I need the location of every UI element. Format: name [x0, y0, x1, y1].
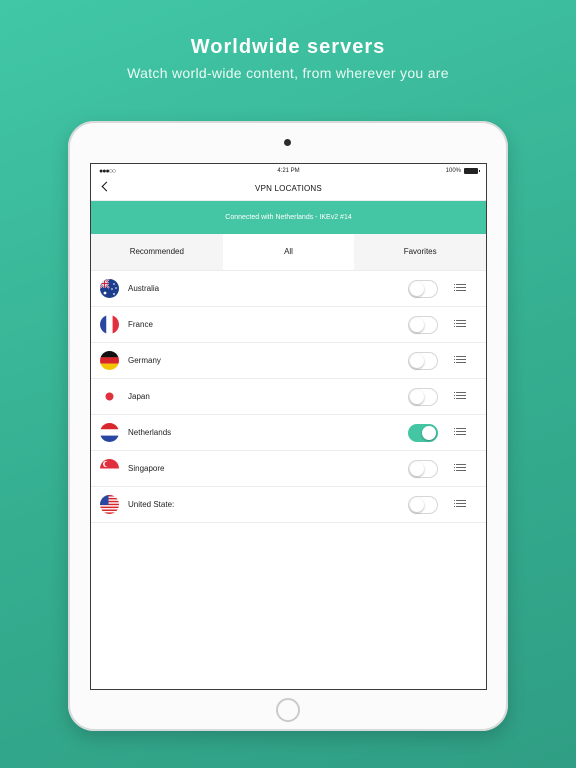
list-menu-icon[interactable]	[454, 284, 466, 292]
promo-title: Worldwide servers	[190, 36, 386, 58]
location-row[interactable]: France	[91, 307, 486, 343]
country-label: Germany	[128, 356, 161, 365]
battery-icon	[464, 168, 480, 174]
location-row[interactable]: Netherlands	[91, 415, 486, 451]
camera-icon	[284, 139, 291, 146]
country-label: Japan	[128, 392, 150, 401]
location-row[interactable]: Germany	[91, 343, 486, 379]
status-bar: ●●●○○ 4:21 PM 100%	[91, 164, 486, 178]
location-row[interactable]: Australia	[91, 271, 486, 307]
app-screen: ●●●○○ 4:21 PM 100% VPN LOCATIONS Connect…	[90, 163, 487, 690]
list-menu-icon[interactable]	[454, 500, 466, 508]
country-label: Australia	[128, 284, 160, 293]
location-row[interactable]: United State:	[91, 487, 486, 523]
nav-bar: VPN LOCATIONS	[91, 178, 486, 201]
connection-banner: Connected with Netherlands - IKEv2 #14	[91, 201, 486, 234]
connect-toggle[interactable]	[408, 280, 438, 298]
location-list: Australia France Germany Japan Netherlan…	[91, 271, 486, 523]
connect-toggle[interactable]	[408, 388, 438, 406]
connect-toggle[interactable]	[408, 316, 438, 334]
country-label: France	[128, 320, 153, 329]
list-menu-icon[interactable]	[454, 356, 466, 364]
tablet-device: ●●●○○ 4:21 PM 100% VPN LOCATIONS Connect…	[68, 121, 508, 731]
japan-flag-icon	[100, 387, 119, 406]
list-menu-icon[interactable]	[454, 392, 466, 400]
connect-toggle[interactable]	[408, 352, 438, 370]
country-label: Singapore	[128, 464, 165, 473]
tab-recommended[interactable]: Recommended	[91, 234, 223, 270]
tab-bar: Recommended All Favorites	[91, 234, 486, 271]
tab-favorites[interactable]: Favorites	[354, 234, 486, 270]
list-menu-icon[interactable]	[454, 320, 466, 328]
connect-toggle[interactable]	[408, 496, 438, 514]
connect-toggle[interactable]	[408, 424, 438, 442]
promo-subtitle: Watch world-wide content, from wherever …	[127, 65, 449, 81]
location-row[interactable]: Japan	[91, 379, 486, 415]
page-title: VPN LOCATIONS	[255, 184, 322, 193]
list-menu-icon[interactable]	[454, 464, 466, 472]
home-button[interactable]	[276, 698, 300, 722]
australia-flag-icon	[100, 279, 119, 298]
tab-all[interactable]: All	[222, 234, 355, 270]
country-label: United State:	[128, 500, 175, 509]
list-menu-icon[interactable]	[454, 428, 466, 436]
battery-percent: 100%	[445, 168, 461, 174]
location-row[interactable]: Singapore	[91, 451, 486, 487]
battery-status: 100%	[445, 168, 480, 174]
germany-flag-icon	[100, 351, 119, 370]
singapore-flag-icon	[100, 459, 119, 478]
connect-toggle[interactable]	[408, 460, 438, 478]
status-time: 4:21 PM	[277, 168, 300, 174]
united-states-flag-icon	[100, 495, 119, 514]
country-label: Netherlands	[128, 428, 172, 437]
netherlands-flag-icon	[100, 423, 119, 442]
france-flag-icon	[100, 315, 119, 334]
